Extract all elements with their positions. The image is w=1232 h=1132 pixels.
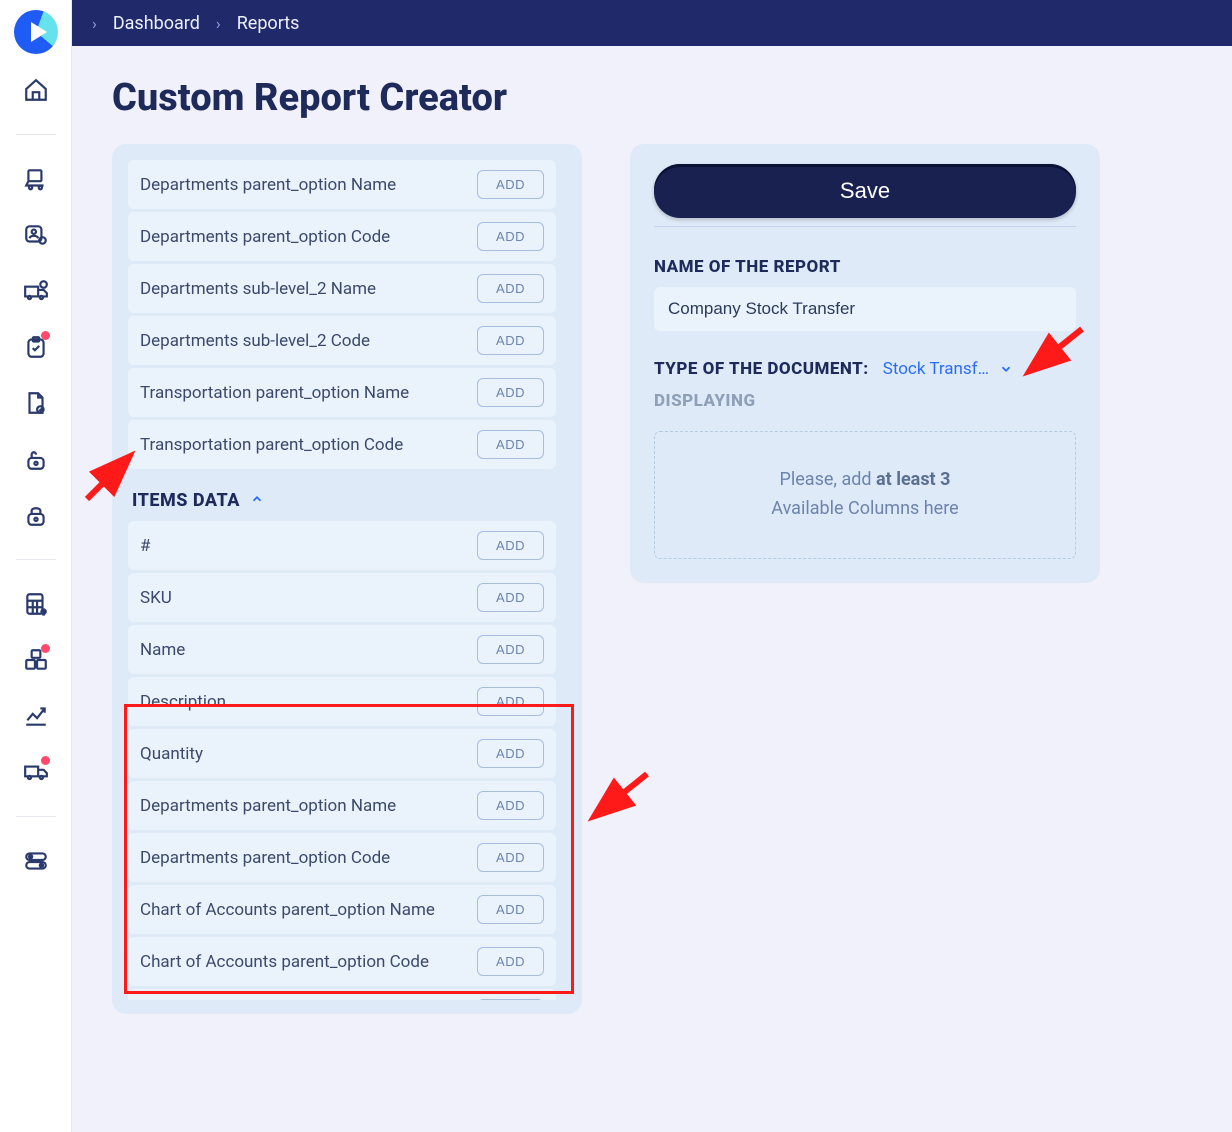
add-button[interactable]: ADD [477,739,544,768]
column-row: # ADD [128,521,556,570]
add-button[interactable]: ADD [477,999,544,1000]
sidebar-toggle-icon[interactable] [16,841,56,881]
column-row: Chart of Accounts parent_option Name ADD [128,885,556,934]
add-button[interactable]: ADD [477,895,544,924]
notification-badge [41,756,50,765]
column-row: Departments parent_option Name ADD [128,160,556,209]
notification-badge [41,644,50,653]
add-button[interactable]: ADD [477,583,544,612]
column-row: Departments parent_option Code ADD [128,833,556,882]
save-button[interactable]: Save [654,164,1076,218]
divider [654,226,1076,227]
sidebar-lock-open-icon[interactable] [16,439,56,479]
chevron-right-icon: › [92,14,97,33]
column-row: SKU ADD [128,573,556,622]
available-columns-panel: Departments parent_option Name ADD Depart… [112,144,582,1014]
column-label: # [140,536,150,556]
column-label: Departments parent_option Code [140,227,390,247]
report-config-panel: Save NAME OF THE REPORT TYPE OF THE DOCU… [630,144,1100,583]
columns-scroll[interactable]: Departments parent_option Name ADD Depart… [128,160,566,1000]
column-label: Transportation parent_option Code [140,435,403,455]
column-row: Quantity ADD [128,729,556,778]
column-label: Name [140,640,185,660]
notification-badge [41,331,50,340]
add-button[interactable]: ADD [477,274,544,303]
name-label: NAME OF THE REPORT [654,257,1076,277]
sidebar-cart-icon[interactable] [16,159,56,199]
divider [16,559,56,560]
column-label: Departments sub-level_2 Name [140,279,376,299]
column-label: Chart of Accounts parent_option Code [140,952,429,972]
displaying-label: DISPLAYING [654,391,1076,411]
add-button[interactable]: ADD [477,791,544,820]
add-button[interactable]: ADD [477,843,544,872]
divider [16,134,56,135]
add-button[interactable]: ADD [477,635,544,664]
column-row: Chart of Accounts sub-level_2 NameADD [128,989,556,1000]
add-button[interactable]: ADD [477,378,544,407]
column-label: Quantity [140,744,203,764]
section-title: ITEMS DATA [132,490,240,511]
sidebar-chart-icon[interactable] [16,696,56,736]
column-label: Transportation parent_option Name [140,383,409,403]
divider [16,816,56,817]
breadcrumb-bar: › Dashboard › Reports [72,0,1232,46]
sidebar-delivery-icon[interactable] [16,271,56,311]
sidebar-home-icon[interactable] [16,70,56,110]
report-name-input[interactable] [654,287,1076,331]
chevron-down-icon [999,362,1013,376]
chevron-up-icon [250,490,264,511]
breadcrumb-reports[interactable]: Reports [237,13,300,34]
add-button[interactable]: ADD [477,430,544,459]
column-label: Departments sub-level_2 Code [140,331,370,351]
add-button[interactable]: ADD [477,222,544,251]
add-button[interactable]: ADD [477,947,544,976]
column-row: Chart of Accounts parent_option Code ADD [128,937,556,986]
svg-text:$: $ [42,609,45,616]
sidebar: $ [0,0,72,1132]
breadcrumb-dashboard[interactable]: Dashboard [113,13,200,34]
type-value-text: Stock Transf… [883,359,989,379]
column-label: Chart of Accounts parent_option Name [140,900,435,920]
column-label: SKU [140,588,172,608]
sidebar-user-icon[interactable] [16,215,56,255]
dropzone-text-1: Please, add [780,469,876,490]
chevron-right-icon: › [216,14,221,33]
add-button[interactable]: ADD [477,326,544,355]
section-items-data[interactable]: ITEMS DATA [128,472,556,521]
dropzone-text-2: Available Columns here [771,498,958,519]
type-dropdown[interactable]: Stock Transf… [883,359,1013,379]
column-label: Departments parent_option Name [140,796,396,816]
column-row: Departments parent_option Name ADD [128,781,556,830]
sidebar-boxes-icon[interactable] [16,640,56,680]
column-label: Description [140,692,226,712]
sidebar-document-icon[interactable] [16,383,56,423]
add-button[interactable]: ADD [477,687,544,716]
page-title: Custom Report Creator [112,76,1192,120]
column-row: Departments parent_option Code ADD [128,212,556,261]
column-row: Departments sub-level_2 Code ADD [128,316,556,365]
add-button[interactable]: ADD [477,170,544,199]
column-label: Departments parent_option Code [140,848,390,868]
sidebar-calculator-icon[interactable]: $ [16,584,56,624]
dropzone-bold: at least 3 [876,469,950,490]
sidebar-truck-icon[interactable] [16,752,56,792]
column-row: Transportation parent_option Code ADD [128,420,556,469]
column-row: Name ADD [128,625,556,674]
app-logo [14,10,58,54]
column-row: Transportation parent_option Name ADD [128,368,556,417]
type-label: TYPE OF THE DOCUMENT: [654,359,869,379]
columns-drop-zone[interactable]: Please, add at least 3 Available Columns… [654,431,1076,559]
annotation-arrow-icon [582,764,662,834]
column-label: Departments parent_option Name [140,175,396,195]
sidebar-lock-icon[interactable] [16,495,56,535]
sidebar-clipboard-icon[interactable] [16,327,56,367]
column-row: Description ADD [128,677,556,726]
column-row: Departments sub-level_2 Name ADD [128,264,556,313]
add-button[interactable]: ADD [477,531,544,560]
